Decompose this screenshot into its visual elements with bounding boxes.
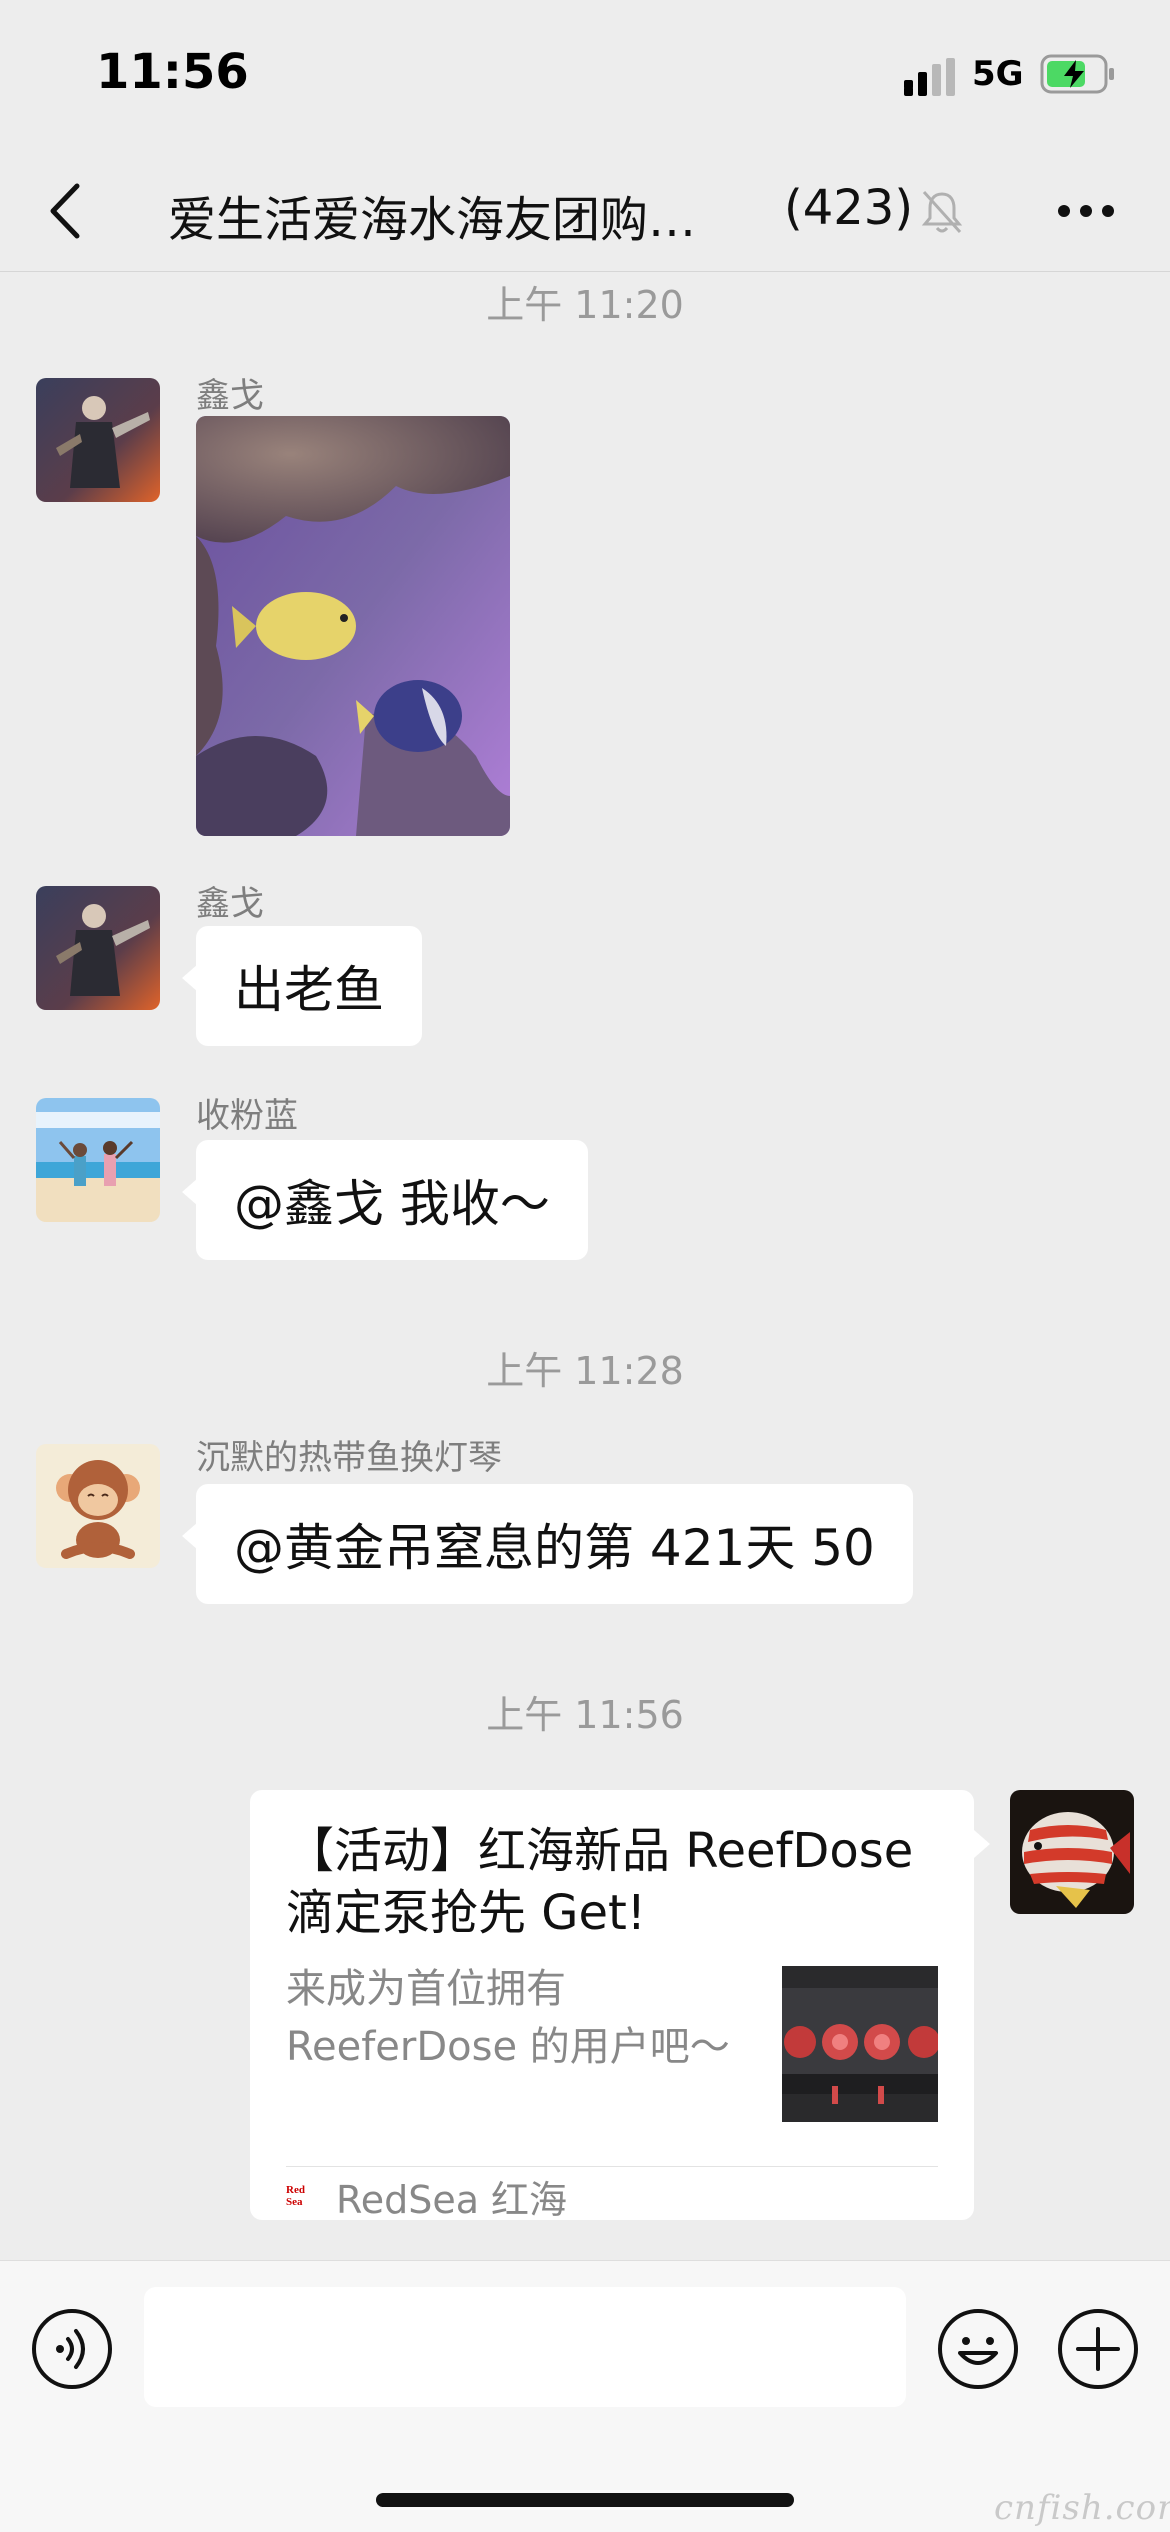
watermark: cnfish.com bbox=[994, 2488, 1170, 2528]
card-thumbnail bbox=[782, 1966, 938, 2122]
message-bubble[interactable]: @鑫戈 我收～ bbox=[182, 1140, 588, 1260]
photo-message[interactable] bbox=[196, 416, 510, 836]
avatar[interactable] bbox=[36, 886, 160, 1010]
message-input[interactable] bbox=[144, 2287, 906, 2407]
my-avatar[interactable] bbox=[1010, 1790, 1134, 1914]
back-chevron-icon bbox=[50, 183, 80, 239]
card-source-name: RedSea 红海 bbox=[336, 2177, 568, 2222]
home-indicator[interactable] bbox=[376, 2493, 794, 2507]
avatar[interactable] bbox=[36, 1098, 160, 1222]
message-bubble[interactable]: 出老鱼 bbox=[182, 926, 422, 1046]
sender-name: 收粉蓝 bbox=[196, 1096, 298, 1136]
status-time: 11:56 bbox=[96, 44, 249, 100]
dot bbox=[1058, 205, 1070, 217]
timestamp: 上午 11:20 bbox=[486, 283, 684, 327]
chat-header: 爱生活爱海水海友团购… (423) bbox=[0, 150, 1170, 272]
message-bubble[interactable]: @黄金吊窒息的第 421天 50 bbox=[182, 1484, 913, 1604]
card-title: 【活动】红海新品 ReefDose 滴定泵抢先 Get! bbox=[286, 1823, 914, 1941]
status-bar: 11:56 5G bbox=[0, 0, 1170, 150]
emoji-icon[interactable] bbox=[936, 2307, 1020, 2391]
message-list[interactable]: 上午 11:20 鑫戈 鑫戈 出老鱼 收粉蓝 @鑫戈 我收～ 上午 11:28 … bbox=[0, 272, 1170, 2260]
more-button[interactable] bbox=[1050, 184, 1122, 238]
redsea-logo: Red Sea bbox=[286, 2184, 305, 2208]
mute-bell-icon bbox=[921, 190, 963, 234]
card-divider bbox=[286, 2166, 938, 2167]
member-count: (423) bbox=[784, 180, 914, 236]
avatar[interactable] bbox=[36, 1444, 160, 1568]
timestamp: 上午 11:28 bbox=[486, 1349, 684, 1393]
timestamp: 上午 11:56 bbox=[486, 1693, 684, 1737]
card-description: 来成为首位拥有 ReeferDose 的用户吧～ bbox=[286, 1966, 730, 2070]
network-type: 5G bbox=[972, 54, 1024, 94]
sender-name: 沉默的热带鱼换灯琴 bbox=[196, 1438, 502, 1478]
signal-icon bbox=[904, 58, 955, 96]
plus-icon[interactable] bbox=[1056, 2307, 1140, 2391]
sender-name: 鑫戈 bbox=[196, 376, 264, 416]
group-title: 爱生活爱海水海友团购… bbox=[168, 192, 697, 248]
dot bbox=[1102, 205, 1114, 217]
battery-charging-icon bbox=[1040, 54, 1114, 94]
card-source: Red Sea RedSea 红海 bbox=[286, 2176, 567, 2222]
sender-name: 鑫戈 bbox=[196, 884, 264, 924]
link-card[interactable]: 【活动】红海新品 ReefDose 滴定泵抢先 Get! 来成为首位拥有 Ree… bbox=[250, 1790, 990, 2222]
back-button[interactable] bbox=[40, 178, 90, 244]
dot bbox=[1080, 205, 1092, 217]
avatar[interactable] bbox=[36, 378, 160, 502]
voice-icon[interactable] bbox=[30, 2307, 114, 2391]
